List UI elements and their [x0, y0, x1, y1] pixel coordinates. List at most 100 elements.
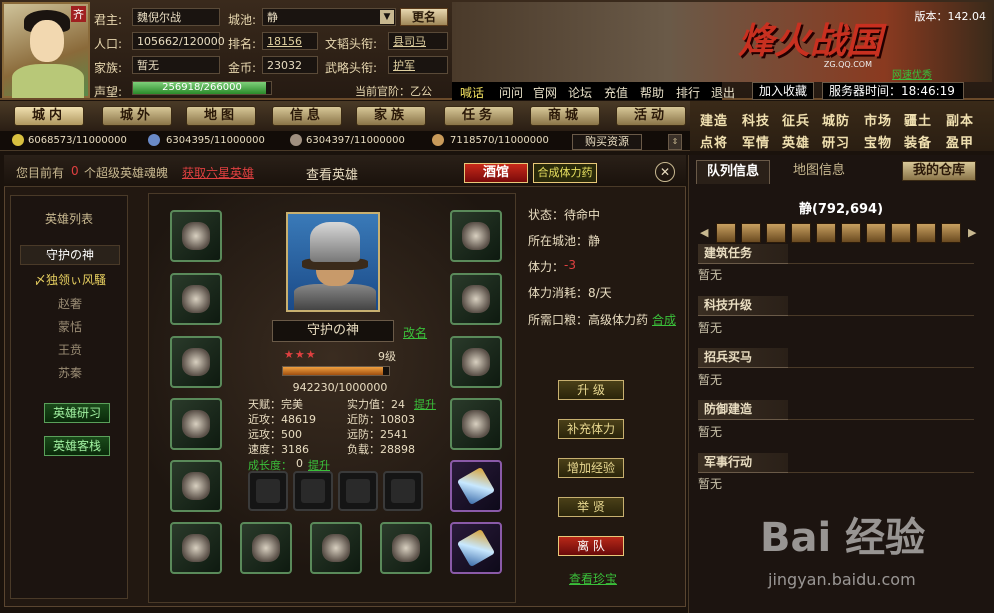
upgrade-button[interactable]: 升 级	[558, 380, 624, 400]
synthesize-stamina-button[interactable]: 合成体力药	[533, 163, 597, 183]
belt-slot[interactable]	[170, 460, 222, 512]
official-rank: 当前官阶：乙公	[355, 85, 432, 98]
tab-activity[interactable]: 活动	[616, 106, 686, 126]
weapon-slot-2[interactable]	[450, 460, 502, 512]
staff-slot[interactable]	[310, 522, 362, 574]
arrow-right-icon[interactable]: ▶	[968, 226, 976, 239]
arrow-left-icon[interactable]: ◀	[700, 226, 708, 239]
link-rank[interactable]: 排行	[676, 84, 700, 101]
shield-slot[interactable]	[240, 522, 292, 574]
power-boost-link[interactable]: 提升	[414, 396, 436, 412]
synth-link[interactable]: 合成	[652, 311, 676, 328]
hero-list-item[interactable]: 赵奢	[20, 295, 120, 312]
tab-city-outside[interactable]: 城外	[102, 106, 172, 126]
hero-list-item[interactable]: 蒙恬	[20, 318, 120, 335]
menu-dungeon[interactable]: 副本	[946, 110, 974, 129]
menu-treasure[interactable]: 宝物	[864, 132, 892, 151]
close-icon[interactable]: ✕	[655, 162, 675, 182]
tab-task[interactable]: 任务	[444, 106, 514, 126]
menu-market[interactable]: 市场	[864, 110, 892, 129]
locked-slot[interactable]	[293, 471, 333, 511]
ring-icon	[462, 348, 490, 376]
menu-armor[interactable]: 盈甲	[946, 132, 974, 151]
rename-lord-button[interactable]: 更名	[400, 8, 448, 26]
replenish-stamina-button[interactable]: 补充体力	[558, 419, 624, 439]
view-treasure-link[interactable]: 查看珍宝	[569, 570, 617, 587]
hero-list-item[interactable]: 苏秦	[20, 364, 120, 381]
chevron-down-icon[interactable]: ▼	[380, 10, 394, 24]
recommend-button[interactable]: 举 贤	[558, 497, 624, 517]
mask-slot[interactable]	[170, 336, 222, 388]
weapon-slot[interactable]	[450, 522, 502, 574]
hero-list-item[interactable]: 〆独领ぃ风騷	[20, 271, 120, 288]
hero-list-item[interactable]: 王贲	[20, 341, 120, 358]
link-forum[interactable]: 论坛	[568, 84, 592, 101]
cannon-icon[interactable]	[866, 223, 886, 243]
link-official[interactable]: 官网	[533, 84, 557, 101]
tab-city-inside[interactable]: 城内	[14, 106, 84, 126]
dismiss-button[interactable]: 离 队	[558, 536, 624, 556]
growth-boost-link[interactable]: 提升	[308, 457, 330, 473]
menu-recruit[interactable]: 征兵	[782, 110, 810, 129]
tavern-button[interactable]: 酒馆	[464, 163, 528, 183]
menu-heroes[interactable]: 英雄	[782, 132, 810, 151]
scroll-icon[interactable]	[891, 223, 911, 243]
locked-slot[interactable]	[383, 471, 423, 511]
hero-research-button[interactable]: 英雄研习	[44, 403, 110, 423]
boots-slot[interactable]	[170, 522, 222, 574]
rename-hero-link[interactable]: 改名	[403, 324, 427, 341]
tab-family[interactable]: 家族	[356, 106, 426, 126]
mount-slot[interactable]	[380, 522, 432, 574]
link-shout[interactable]: 喊话	[460, 84, 484, 101]
soldier-icon[interactable]	[766, 223, 786, 243]
tab-map-info[interactable]: 地图信息	[782, 160, 856, 184]
flag-icon[interactable]	[941, 223, 961, 243]
building-icon[interactable]	[716, 223, 736, 243]
hero-list-item[interactable]: 守护の神	[20, 245, 120, 265]
resource-scroll-icon[interactable]: ⇕	[668, 134, 682, 150]
helmet-icon[interactable]	[841, 223, 861, 243]
sword-icon	[456, 528, 496, 568]
my-warehouse-button[interactable]: 我的仓库	[902, 161, 976, 181]
hero-level: 9级	[378, 350, 396, 363]
menu-study[interactable]: 研习	[822, 132, 850, 151]
locked-slot[interactable]	[248, 471, 288, 511]
ring-slot-1[interactable]	[450, 336, 502, 388]
menu-territory[interactable]: 疆土	[904, 110, 932, 129]
general-icon[interactable]	[741, 223, 761, 243]
link-exit[interactable]: 退出	[711, 84, 735, 101]
bag-icon[interactable]	[816, 223, 836, 243]
city-select[interactable]: 静 ▼	[262, 8, 396, 26]
buy-resources-button[interactable]: 购买资源	[572, 134, 642, 150]
necklace-slot[interactable]	[170, 273, 222, 325]
link-help[interactable]: 帮助	[640, 84, 664, 101]
civil-title-value[interactable]: 县司马	[388, 32, 448, 50]
military-title-value[interactable]: 护军	[388, 56, 448, 74]
menu-generals[interactable]: 点将	[700, 132, 728, 151]
bracelet-slot[interactable]	[450, 210, 502, 262]
helmet-slot[interactable]	[170, 210, 222, 262]
tab-shop[interactable]: 商城	[530, 106, 600, 126]
menu-build[interactable]: 建造	[700, 110, 728, 129]
ring-slot-2[interactable]	[450, 398, 502, 450]
link-recharge[interactable]: 充值	[604, 84, 628, 101]
tab-queue-info[interactable]: 队列信息	[696, 160, 770, 184]
add-exp-button[interactable]: 增加经验	[558, 458, 624, 478]
locked-slot[interactable]	[338, 471, 378, 511]
rank-value[interactable]: 18156	[262, 32, 318, 50]
warrior-icon[interactable]	[791, 223, 811, 243]
tab-map[interactable]: 地图	[186, 106, 256, 126]
link-ask[interactable]: 问问	[499, 84, 523, 101]
hero-inn-button[interactable]: 英雄客栈	[44, 436, 110, 456]
lord-portrait[interactable]: 齐	[2, 2, 90, 98]
menu-intel[interactable]: 军情	[742, 132, 770, 151]
wristband-slot[interactable]	[450, 273, 502, 325]
armor-slot[interactable]	[170, 398, 222, 450]
tab-info[interactable]: 信息	[272, 106, 342, 126]
menu-defense[interactable]: 城防	[822, 110, 850, 129]
pouch-icon[interactable]	[916, 223, 936, 243]
favorite-button[interactable]: 加入收藏	[752, 82, 815, 100]
menu-equipment[interactable]: 装备	[904, 132, 932, 151]
menu-tech[interactable]: 科技	[742, 110, 770, 129]
get-six-star-hero-link[interactable]: 获取六星英雄	[182, 164, 254, 181]
